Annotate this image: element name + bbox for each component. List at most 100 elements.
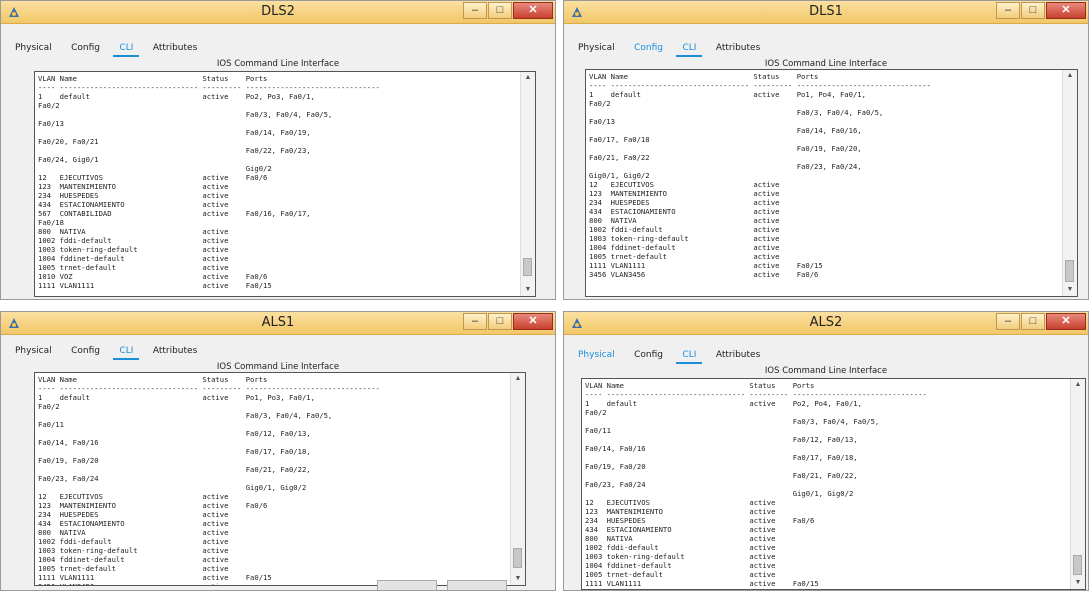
cli-line: VLAN Name Status Ports bbox=[38, 74, 268, 83]
maximize-button[interactable]: □ bbox=[488, 2, 512, 19]
cli-line: Gig0/1, Gig0/2 bbox=[589, 171, 650, 180]
tab-cli[interactable]: CLI bbox=[113, 40, 140, 57]
cli-line: Fa0/17, Fa0/18, bbox=[38, 447, 311, 456]
cli-line: VLAN Name Status Ports bbox=[589, 72, 819, 81]
titlebar-als2[interactable]: ALS2 – □ ✕ bbox=[564, 312, 1088, 335]
scroll-down-icon[interactable]: ▼ bbox=[511, 573, 525, 585]
minimize-button[interactable]: – bbox=[463, 2, 487, 19]
tab-bar: Physical Config CLI Attributes bbox=[572, 344, 769, 364]
cli-line: ---- -------------------------------- --… bbox=[589, 81, 931, 90]
cli-line: Fa0/14, Fa0/16 bbox=[585, 444, 646, 453]
scrollbar-thumb[interactable] bbox=[513, 548, 522, 568]
vertical-scrollbar[interactable]: ▲ ▼ bbox=[520, 72, 535, 296]
tab-bar: Physical Config CLI Attributes bbox=[9, 340, 206, 360]
cli-terminal[interactable]: VLAN Name Status Ports ---- -------------… bbox=[585, 69, 1078, 297]
tab-attributes[interactable]: Attributes bbox=[710, 40, 766, 55]
cli-line: 1004 fddinet-default active bbox=[38, 254, 229, 263]
vertical-scrollbar[interactable]: ▲ ▼ bbox=[1070, 379, 1085, 589]
ios-cli-header: IOS Command Line Interface bbox=[216, 59, 340, 69]
cli-line: ---- -------------------------------- --… bbox=[38, 384, 380, 393]
cli-line: 1 default active Po1, Po3, Fa0/1, bbox=[38, 393, 315, 402]
cli-terminal[interactable]: VLAN Name Status Ports ---- -------------… bbox=[581, 378, 1086, 590]
scroll-down-icon[interactable]: ▼ bbox=[1063, 284, 1077, 296]
tab-physical[interactable]: Physical bbox=[572, 40, 621, 55]
cli-line: Fa0/22, Fa0/23, bbox=[38, 146, 311, 155]
cli-line: 234 HUESPEDES active bbox=[589, 198, 780, 207]
vertical-scrollbar[interactable]: ▲ ▼ bbox=[1062, 70, 1077, 296]
cli-line: Fa0/14, Fa0/16, bbox=[589, 126, 862, 135]
tab-cli[interactable]: CLI bbox=[113, 343, 140, 360]
vertical-scrollbar[interactable]: ▲ ▼ bbox=[510, 373, 525, 585]
cli-line: 12 EJECUTIVOS active bbox=[585, 498, 776, 507]
cli-terminal[interactable]: VLAN Name Status Ports ---- -------------… bbox=[34, 71, 536, 297]
cli-line: Fa0/14, Fa0/19, bbox=[38, 128, 311, 137]
cli-line: 3456 VLAN3456 active Fa0/6 bbox=[589, 270, 819, 279]
tab-attributes[interactable]: Attributes bbox=[710, 347, 766, 362]
maximize-button[interactable]: □ bbox=[488, 313, 512, 330]
tab-config[interactable]: Config bbox=[628, 40, 669, 55]
cli-line: 234 HUESPEDES active bbox=[38, 510, 229, 519]
scrollbar-thumb[interactable] bbox=[1073, 555, 1082, 575]
ios-cli-header: IOS Command Line Interface bbox=[764, 59, 888, 69]
window-dls1: DLS1 – □ ✕ Physical Config CLI Attribute… bbox=[563, 0, 1089, 300]
tab-attributes[interactable]: Attributes bbox=[147, 343, 203, 358]
scroll-down-icon[interactable]: ▼ bbox=[1071, 577, 1085, 589]
cli-line: 1004 fddinet-default active bbox=[38, 555, 229, 564]
tab-cli[interactable]: CLI bbox=[676, 347, 703, 364]
paste-button[interactable] bbox=[447, 580, 507, 590]
cli-line: Fa0/2 bbox=[585, 408, 607, 417]
cli-line: 1003 token-ring-default active bbox=[585, 552, 776, 561]
tab-physical[interactable]: Physical bbox=[9, 343, 58, 358]
tab-config[interactable]: Config bbox=[628, 347, 669, 362]
copy-button[interactable] bbox=[377, 580, 437, 590]
cli-line: 123 MANTENIMIENTO active bbox=[38, 182, 229, 191]
close-button[interactable]: ✕ bbox=[1046, 313, 1086, 330]
cli-line: 800 NATIVA active bbox=[585, 534, 776, 543]
cli-line: 1 default active Po2, Po4, Fa0/1, bbox=[585, 399, 862, 408]
tab-attributes[interactable]: Attributes bbox=[147, 40, 203, 55]
scrollbar-thumb[interactable] bbox=[523, 258, 532, 276]
tab-config[interactable]: Config bbox=[65, 40, 106, 55]
cli-line: Fa0/23, Fa0/24, bbox=[589, 162, 862, 171]
cli-line: 123 MANTENIMIENTO active Fa0/6 bbox=[38, 501, 268, 510]
scroll-up-icon[interactable]: ▲ bbox=[511, 373, 525, 385]
cli-terminal[interactable]: VLAN Name Status Ports ---- -------------… bbox=[34, 372, 526, 586]
cli-line: Gig0/1, Gig0/2 bbox=[585, 489, 854, 498]
scroll-up-icon[interactable]: ▲ bbox=[521, 72, 535, 84]
maximize-button[interactable]: □ bbox=[1021, 2, 1045, 19]
cli-line: 1004 fddinet-default active bbox=[589, 243, 780, 252]
tab-physical[interactable]: Physical bbox=[9, 40, 58, 55]
cli-line: Fa0/20, Fa0/21 bbox=[38, 137, 99, 146]
minimize-button[interactable]: – bbox=[463, 313, 487, 330]
cli-line: 1005 trnet-default active bbox=[585, 570, 776, 579]
cli-line: 800 NATIVA active bbox=[38, 227, 229, 236]
minimize-button[interactable]: – bbox=[996, 2, 1020, 19]
cli-output: VLAN Name Status Ports ---- -------------… bbox=[585, 381, 1067, 588]
scroll-up-icon[interactable]: ▲ bbox=[1063, 70, 1077, 82]
cli-line: 1010 VOZ active Fa0/6 bbox=[38, 272, 268, 281]
scrollbar-thumb[interactable] bbox=[1065, 260, 1074, 282]
cli-line: 1005 trnet-default active bbox=[38, 263, 229, 272]
titlebar-als1[interactable]: ALS1 – □ ✕ bbox=[1, 312, 555, 335]
cli-line: 12 EJECUTIVOS active Fa0/6 bbox=[38, 173, 268, 182]
titlebar-dls2[interactable]: DLS2 – □ ✕ bbox=[1, 1, 555, 24]
titlebar-dls1[interactable]: DLS1 – □ ✕ bbox=[564, 1, 1088, 24]
maximize-button[interactable]: □ bbox=[1021, 313, 1045, 330]
scroll-up-icon[interactable]: ▲ bbox=[1071, 379, 1085, 391]
cli-line: Fa0/13 bbox=[589, 117, 615, 126]
tab-config[interactable]: Config bbox=[65, 343, 106, 358]
cli-output: VLAN Name Status Ports ---- -------------… bbox=[38, 375, 507, 585]
cli-line: Fa0/11 bbox=[585, 426, 611, 435]
minimize-button[interactable]: – bbox=[996, 313, 1020, 330]
close-button[interactable]: ✕ bbox=[513, 313, 553, 330]
tab-cli[interactable]: CLI bbox=[676, 40, 703, 57]
cli-line: Fa0/2 bbox=[38, 101, 60, 110]
tab-bar: Physical Config CLI Attributes bbox=[9, 37, 206, 57]
cli-line: 800 NATIVA active bbox=[38, 528, 229, 537]
scroll-down-icon[interactable]: ▼ bbox=[521, 284, 535, 296]
close-button[interactable]: ✕ bbox=[1046, 2, 1086, 19]
tab-physical[interactable]: Physical bbox=[572, 347, 621, 362]
close-button[interactable]: ✕ bbox=[513, 2, 553, 19]
cli-line: 434 ESTACIONAMIENTO active bbox=[589, 207, 780, 216]
cli-line: 12 EJECUTIVOS active bbox=[38, 492, 229, 501]
